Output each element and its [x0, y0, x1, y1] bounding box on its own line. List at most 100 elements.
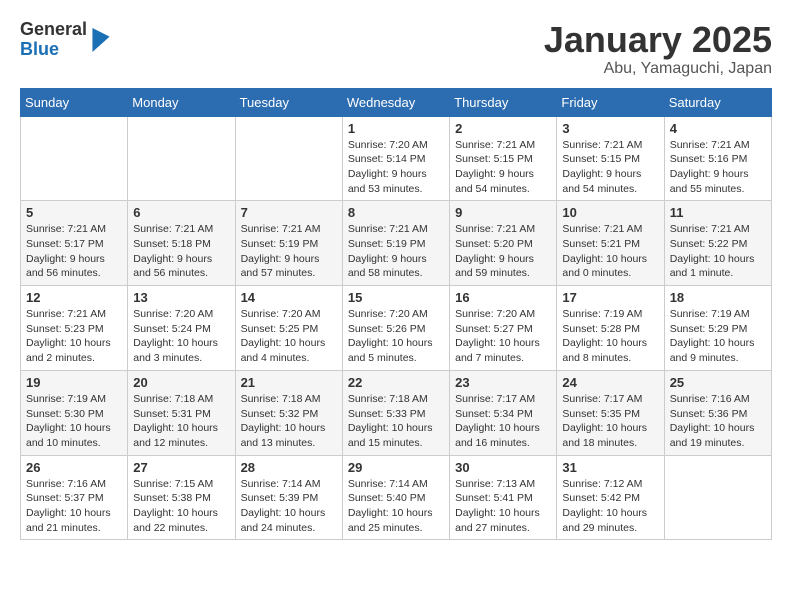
day-number: 9	[455, 205, 551, 220]
day-number: 19	[26, 375, 122, 390]
day-info: Sunrise: 7:13 AM Sunset: 5:41 PM Dayligh…	[455, 477, 551, 536]
calendar-week-row: 19 Sunrise: 7:19 AM Sunset: 5:30 PM Dayli…	[21, 370, 772, 455]
day-info: Sunrise: 7:16 AM Sunset: 5:36 PM Dayligh…	[670, 392, 766, 451]
calendar-cell: 3 Sunrise: 7:21 AM Sunset: 5:15 PM Daylig…	[557, 116, 664, 201]
calendar-week-row: 5 Sunrise: 7:21 AM Sunset: 5:17 PM Daylig…	[21, 201, 772, 286]
col-header-wednesday: Wednesday	[342, 88, 449, 116]
day-info: Sunrise: 7:17 AM Sunset: 5:34 PM Dayligh…	[455, 392, 551, 451]
day-number: 28	[241, 460, 337, 475]
calendar-header-row: SundayMondayTuesdayWednesdayThursdayFrid…	[21, 88, 772, 116]
day-info: Sunrise: 7:15 AM Sunset: 5:38 PM Dayligh…	[133, 477, 229, 536]
calendar-cell: 18 Sunrise: 7:19 AM Sunset: 5:29 PM Dayli…	[664, 286, 771, 371]
calendar-cell	[664, 455, 771, 540]
calendar-cell: 24 Sunrise: 7:17 AM Sunset: 5:35 PM Dayli…	[557, 370, 664, 455]
calendar-week-row: 12 Sunrise: 7:21 AM Sunset: 5:23 PM Dayli…	[21, 286, 772, 371]
day-info: Sunrise: 7:20 AM Sunset: 5:26 PM Dayligh…	[348, 307, 444, 366]
day-number: 12	[26, 290, 122, 305]
day-number: 10	[562, 205, 658, 220]
day-info: Sunrise: 7:21 AM Sunset: 5:21 PM Dayligh…	[562, 222, 658, 281]
day-info: Sunrise: 7:18 AM Sunset: 5:31 PM Dayligh…	[133, 392, 229, 451]
calendar-cell: 14Sunrise: 7:20 AM Sunset: 5:25 PM Dayli…	[235, 286, 342, 371]
day-number: 4	[670, 121, 766, 136]
calendar-cell: 11 Sunrise: 7:21 AM Sunset: 5:22 PM Dayli…	[664, 201, 771, 286]
calendar-cell: 12 Sunrise: 7:21 AM Sunset: 5:23 PM Dayli…	[21, 286, 128, 371]
calendar-cell: 4Sunrise: 7:21 AM Sunset: 5:16 PM Daylig…	[664, 116, 771, 201]
calendar-cell: 10 Sunrise: 7:21 AM Sunset: 5:21 PM Dayli…	[557, 201, 664, 286]
day-info: Sunrise: 7:21 AM Sunset: 5:23 PM Dayligh…	[26, 307, 122, 366]
day-number: 2	[455, 121, 551, 136]
logo: General Blue	[20, 20, 111, 60]
day-number: 30	[455, 460, 551, 475]
calendar-cell: 1 Sunrise: 7:20 AM Sunset: 5:14 PM Daylig…	[342, 116, 449, 201]
day-info: Sunrise: 7:21 AM Sunset: 5:22 PM Dayligh…	[670, 222, 766, 281]
day-info: Sunrise: 7:12 AM Sunset: 5:42 PM Dayligh…	[562, 477, 658, 536]
col-header-tuesday: Tuesday	[235, 88, 342, 116]
day-number: 31	[562, 460, 658, 475]
day-number: 8	[348, 205, 444, 220]
location: Abu, Yamaguchi, Japan	[544, 60, 772, 78]
page-header: General Blue January 2025 Abu, Yamaguchi…	[20, 20, 772, 78]
day-number: 23	[455, 375, 551, 390]
title-block: January 2025 Abu, Yamaguchi, Japan	[544, 20, 772, 78]
day-number: 7	[241, 205, 337, 220]
calendar-cell: 13 Sunrise: 7:20 AM Sunset: 5:24 PM Dayli…	[128, 286, 235, 371]
day-info: Sunrise: 7:21 AM Sunset: 5:20 PM Dayligh…	[455, 222, 551, 281]
calendar-cell	[235, 116, 342, 201]
calendar-cell: 6 Sunrise: 7:21 AM Sunset: 5:18 PM Daylig…	[128, 201, 235, 286]
calendar-cell	[128, 116, 235, 201]
day-info: Sunrise: 7:18 AM Sunset: 5:32 PM Dayligh…	[241, 392, 337, 451]
day-number: 1	[348, 121, 444, 136]
day-number: 27	[133, 460, 229, 475]
calendar-week-row: 26Sunrise: 7:16 AM Sunset: 5:37 PM Dayli…	[21, 455, 772, 540]
day-number: 6	[133, 205, 229, 220]
calendar-cell	[21, 116, 128, 201]
day-info: Sunrise: 7:21 AM Sunset: 5:17 PM Dayligh…	[26, 222, 122, 281]
col-header-sunday: Sunday	[21, 88, 128, 116]
day-info: Sunrise: 7:21 AM Sunset: 5:18 PM Dayligh…	[133, 222, 229, 281]
day-number: 16	[455, 290, 551, 305]
day-info: Sunrise: 7:14 AM Sunset: 5:40 PM Dayligh…	[348, 477, 444, 536]
day-number: 18	[670, 290, 766, 305]
calendar-cell: 30 Sunrise: 7:13 AM Sunset: 5:41 PM Dayli…	[450, 455, 557, 540]
day-info: Sunrise: 7:20 AM Sunset: 5:24 PM Dayligh…	[133, 307, 229, 366]
day-number: 5	[26, 205, 122, 220]
day-info: Sunrise: 7:21 AM Sunset: 5:19 PM Dayligh…	[348, 222, 444, 281]
day-number: 3	[562, 121, 658, 136]
calendar-cell: 27 Sunrise: 7:15 AM Sunset: 5:38 PM Dayli…	[128, 455, 235, 540]
day-number: 11	[670, 205, 766, 220]
day-number: 17	[562, 290, 658, 305]
day-info: Sunrise: 7:19 AM Sunset: 5:29 PM Dayligh…	[670, 307, 766, 366]
day-info: Sunrise: 7:21 AM Sunset: 5:15 PM Dayligh…	[455, 138, 551, 197]
calendar-cell: 20 Sunrise: 7:18 AM Sunset: 5:31 PM Dayli…	[128, 370, 235, 455]
day-info: Sunrise: 7:20 AM Sunset: 5:27 PM Dayligh…	[455, 307, 551, 366]
calendar-cell: 25 Sunrise: 7:16 AM Sunset: 5:36 PM Dayli…	[664, 370, 771, 455]
calendar-cell: 22Sunrise: 7:18 AM Sunset: 5:33 PM Dayli…	[342, 370, 449, 455]
day-number: 21	[241, 375, 337, 390]
calendar-cell: 9 Sunrise: 7:21 AM Sunset: 5:20 PM Daylig…	[450, 201, 557, 286]
day-info: Sunrise: 7:17 AM Sunset: 5:35 PM Dayligh…	[562, 392, 658, 451]
day-number: 29	[348, 460, 444, 475]
day-number: 13	[133, 290, 229, 305]
day-info: Sunrise: 7:21 AM Sunset: 5:19 PM Dayligh…	[241, 222, 337, 281]
day-number: 15	[348, 290, 444, 305]
calendar-cell: 29 Sunrise: 7:14 AM Sunset: 5:40 PM Dayli…	[342, 455, 449, 540]
day-info: Sunrise: 7:18 AM Sunset: 5:33 PM Dayligh…	[348, 392, 444, 451]
calendar-cell: 21 Sunrise: 7:18 AM Sunset: 5:32 PM Dayli…	[235, 370, 342, 455]
col-header-monday: Monday	[128, 88, 235, 116]
day-info: Sunrise: 7:14 AM Sunset: 5:39 PM Dayligh…	[241, 477, 337, 536]
day-number: 25	[670, 375, 766, 390]
calendar-table: SundayMondayTuesdayWednesdayThursdayFrid…	[20, 88, 772, 541]
calendar-cell: 23 Sunrise: 7:17 AM Sunset: 5:34 PM Dayli…	[450, 370, 557, 455]
logo-blue: Blue	[20, 40, 87, 60]
col-header-friday: Friday	[557, 88, 664, 116]
calendar-cell: 5 Sunrise: 7:21 AM Sunset: 5:17 PM Daylig…	[21, 201, 128, 286]
calendar-cell: 31 Sunrise: 7:12 AM Sunset: 5:42 PM Dayli…	[557, 455, 664, 540]
day-info: Sunrise: 7:19 AM Sunset: 5:30 PM Dayligh…	[26, 392, 122, 451]
day-number: 20	[133, 375, 229, 390]
day-info: Sunrise: 7:21 AM Sunset: 5:15 PM Dayligh…	[562, 138, 658, 197]
day-info: Sunrise: 7:20 AM Sunset: 5:14 PM Dayligh…	[348, 138, 444, 197]
month-title: January 2025	[544, 20, 772, 60]
calendar-cell: 8 Sunrise: 7:21 AM Sunset: 5:19 PM Daylig…	[342, 201, 449, 286]
calendar-cell: 28 Sunrise: 7:14 AM Sunset: 5:39 PM Dayli…	[235, 455, 342, 540]
day-number: 24	[562, 375, 658, 390]
